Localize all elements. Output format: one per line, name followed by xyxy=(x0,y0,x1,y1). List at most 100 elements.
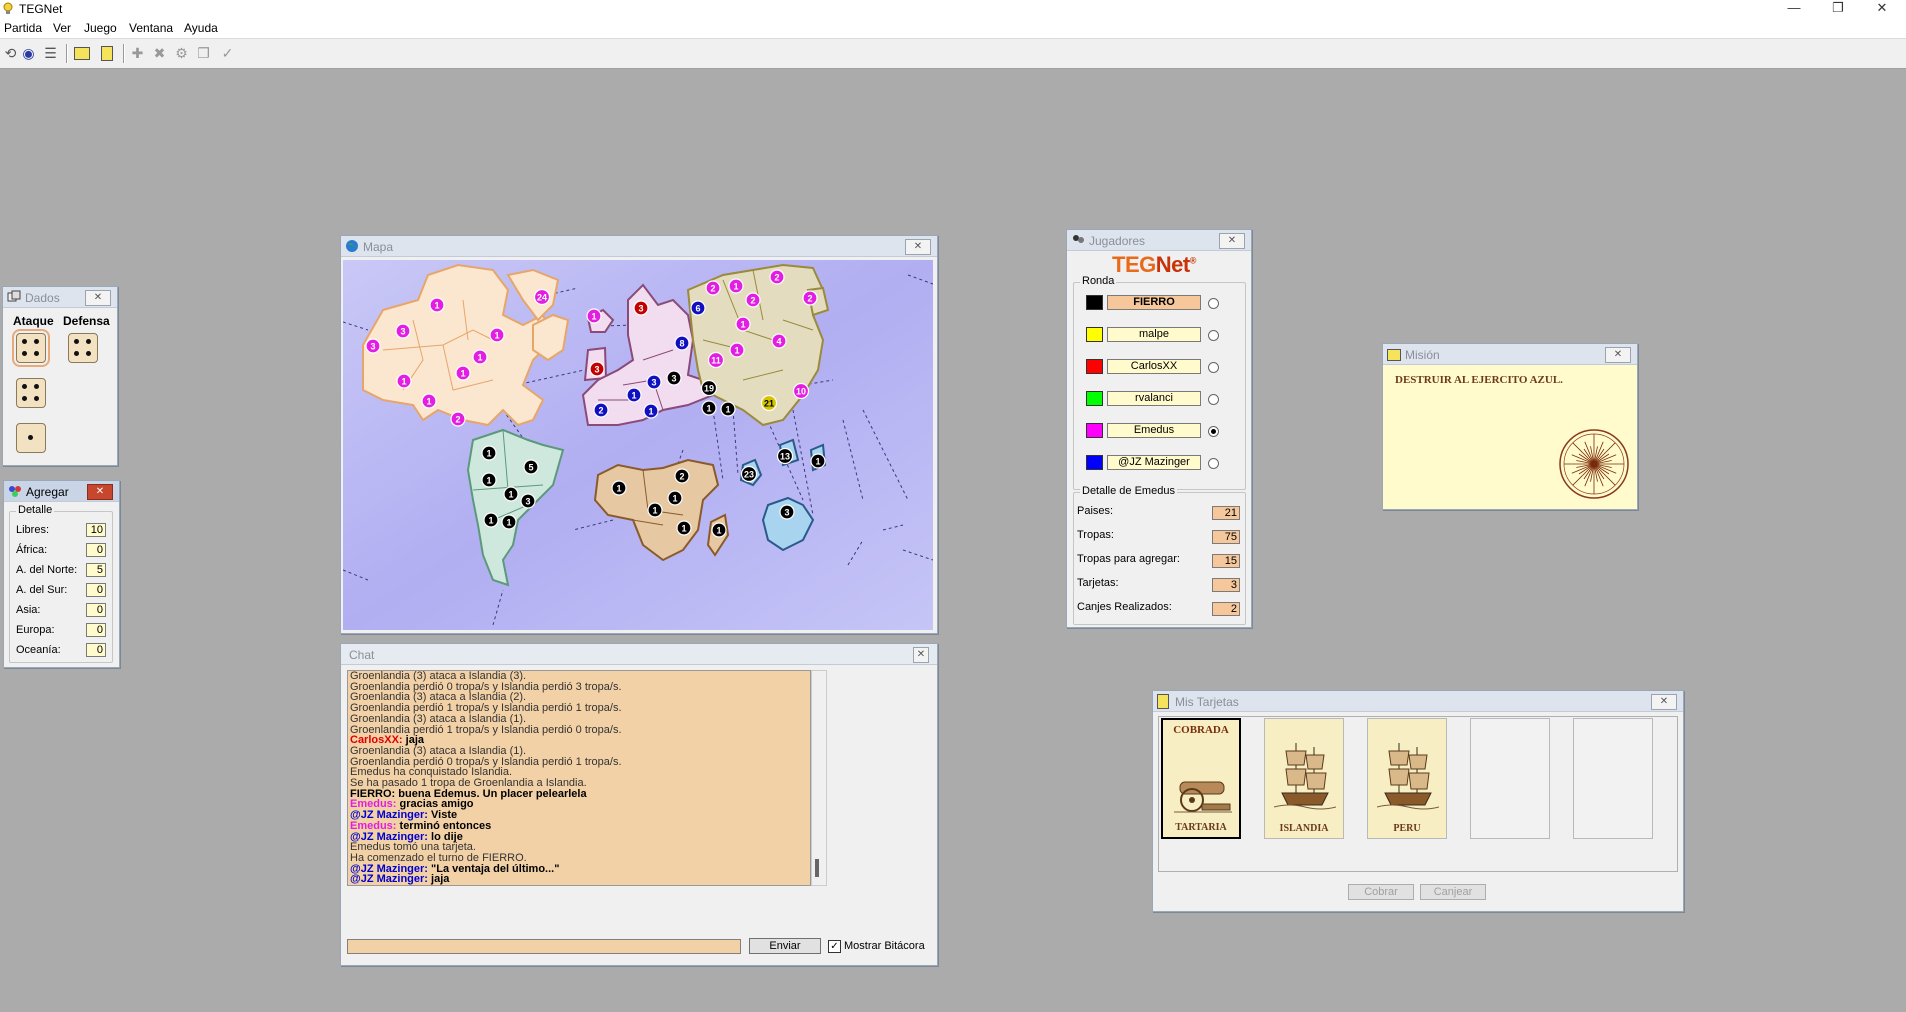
close-icon[interactable]: ✕ xyxy=(905,239,931,255)
army-marker[interactable]: 3 xyxy=(395,323,411,339)
army-marker[interactable]: 11 xyxy=(707,351,725,369)
army-marker[interactable]: 4 xyxy=(771,333,787,349)
chat-input[interactable] xyxy=(347,939,741,954)
army-marker[interactable]: 24 xyxy=(533,288,551,306)
army-marker[interactable]: 1 xyxy=(720,401,736,417)
army-marker[interactable]: 1 xyxy=(503,486,519,502)
army-marker[interactable]: 1 xyxy=(611,480,627,496)
player-row[interactable]: Emedus xyxy=(1086,423,1219,439)
army-marker[interactable]: 3 xyxy=(666,370,682,386)
show-log-checkbox[interactable]: ✓ xyxy=(828,940,841,953)
army-marker[interactable]: 5 xyxy=(523,459,539,475)
army-marker[interactable]: 1 xyxy=(429,297,445,313)
army-marker[interactable]: 1 xyxy=(481,445,497,461)
mision-caption[interactable]: Misión ✕ xyxy=(1383,344,1637,365)
globe-icon[interactable]: ◉ xyxy=(19,44,38,63)
army-marker[interactable]: 1 xyxy=(483,512,499,528)
army-marker[interactable]: 10 xyxy=(792,382,810,400)
army-marker[interactable]: 2 xyxy=(769,269,785,285)
scroll-thumb[interactable] xyxy=(815,859,819,877)
army-marker[interactable]: 1 xyxy=(489,327,505,343)
minimize-button[interactable]: — xyxy=(1772,0,1816,18)
menu-juego[interactable]: Juego xyxy=(84,21,117,35)
add-icon[interactable]: ✚ xyxy=(128,44,147,63)
country-card[interactable]: COBRADA TARTARIA xyxy=(1161,718,1241,839)
player-row[interactable]: FIERRO xyxy=(1086,295,1219,311)
close-button[interactable]: ✕ xyxy=(1860,0,1904,18)
army-marker[interactable]: 1 xyxy=(676,520,692,536)
tarjetas-caption[interactable]: Mis Tarjetas ✕ xyxy=(1153,691,1683,712)
army-marker[interactable]: 13 xyxy=(776,447,794,465)
army-marker[interactable]: 1 xyxy=(735,316,751,332)
chat-log[interactable]: Groenlandia (3) ataca a Islandia (3). Gro… xyxy=(347,670,811,886)
player-radio[interactable] xyxy=(1208,394,1219,405)
army-marker[interactable]: 2 xyxy=(745,292,761,308)
dados-caption[interactable]: Dados ✕ xyxy=(3,287,117,308)
menu-ver[interactable]: Ver xyxy=(53,21,71,35)
army-marker[interactable]: 19 xyxy=(700,379,718,397)
menu-ventana[interactable]: Ventana xyxy=(129,21,173,35)
army-marker[interactable]: 1 xyxy=(647,502,663,518)
mission-icon[interactable] xyxy=(97,44,116,63)
send-button[interactable]: Enviar xyxy=(749,938,821,954)
player-radio[interactable] xyxy=(1208,458,1219,469)
army-marker[interactable]: 1 xyxy=(729,342,745,358)
army-marker[interactable]: 1 xyxy=(667,490,683,506)
close-icon[interactable]: ✕ xyxy=(85,290,111,306)
map-card-icon[interactable] xyxy=(72,44,91,63)
army-marker[interactable]: 1 xyxy=(701,400,717,416)
army-marker[interactable]: 1 xyxy=(810,453,826,469)
army-marker[interactable]: 1 xyxy=(711,522,727,538)
player-radio[interactable] xyxy=(1208,298,1219,309)
army-marker[interactable]: 1 xyxy=(396,373,412,389)
mapa-caption[interactable]: Mapa ✕ xyxy=(341,236,937,257)
country-card[interactable]: ISLANDIA xyxy=(1264,718,1344,839)
army-marker[interactable]: 2 xyxy=(450,411,466,427)
close-icon[interactable]: ✕ xyxy=(1605,347,1631,363)
connect-icon[interactable]: ⟲ xyxy=(1,44,20,63)
menu-partida[interactable]: Partida xyxy=(4,21,42,35)
army-marker[interactable]: 6 xyxy=(690,300,706,316)
copy-icon[interactable]: ❐ xyxy=(194,44,213,63)
army-marker[interactable]: 2 xyxy=(593,402,609,418)
army-marker[interactable]: 2 xyxy=(705,280,721,296)
player-row[interactable]: CarlosXX xyxy=(1086,359,1219,375)
player-radio[interactable] xyxy=(1208,362,1219,373)
country-card[interactable]: PERU xyxy=(1367,718,1447,839)
cobrar-button[interactable]: Cobrar xyxy=(1348,884,1414,900)
army-marker[interactable]: 1 xyxy=(643,403,659,419)
army-marker[interactable]: 1 xyxy=(728,278,744,294)
army-marker[interactable]: 3 xyxy=(520,493,536,509)
army-marker[interactable]: 2 xyxy=(674,468,690,484)
remove-icon[interactable]: ✖ xyxy=(150,44,169,63)
world-map[interactable]: 2413311111213368312 13191 1212 122214111101… xyxy=(343,260,933,630)
menu-ayuda[interactable]: Ayuda xyxy=(184,21,218,35)
army-marker[interactable]: 3 xyxy=(646,374,662,390)
army-marker[interactable]: 1 xyxy=(421,393,437,409)
army-marker[interactable]: 3 xyxy=(779,504,795,520)
army-marker[interactable]: 3 xyxy=(633,300,649,316)
close-icon[interactable]: ✕ xyxy=(1651,694,1677,710)
close-icon[interactable]: ✕ xyxy=(1219,233,1245,249)
chat-scrollbar[interactable] xyxy=(811,670,827,886)
army-marker[interactable]: 1 xyxy=(501,514,517,530)
player-row[interactable]: malpe xyxy=(1086,327,1219,343)
jugadores-caption[interactable]: Jugadores ✕ xyxy=(1067,230,1251,251)
player-radio[interactable] xyxy=(1208,330,1219,341)
list-icon[interactable]: ☰ xyxy=(41,44,60,63)
army-marker[interactable]: 21 xyxy=(760,394,778,412)
army-marker[interactable]: 1 xyxy=(481,472,497,488)
army-marker[interactable]: 1 xyxy=(586,308,602,324)
player-radio[interactable] xyxy=(1208,426,1219,437)
army-marker[interactable]: 2 xyxy=(802,290,818,306)
gear-icon[interactable]: ⚙ xyxy=(172,44,191,63)
army-marker[interactable]: 1 xyxy=(455,365,471,381)
army-marker[interactable]: 8 xyxy=(674,335,690,351)
army-marker[interactable]: 1 xyxy=(472,349,488,365)
check-icon[interactable]: ✓ xyxy=(218,44,237,63)
army-marker[interactable]: 3 xyxy=(365,338,381,354)
army-marker[interactable]: 23 xyxy=(740,465,758,483)
agregar-caption[interactable]: Agregar ✕ xyxy=(4,481,119,502)
army-marker[interactable]: 1 xyxy=(626,387,642,403)
restore-button[interactable]: ❐ xyxy=(1816,0,1860,18)
